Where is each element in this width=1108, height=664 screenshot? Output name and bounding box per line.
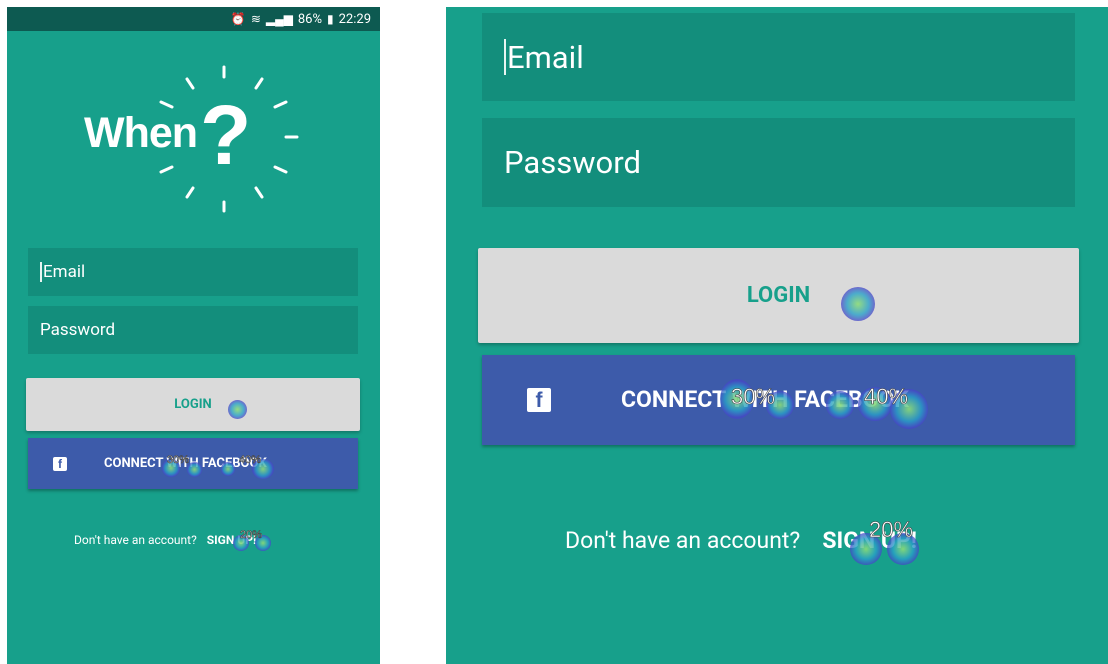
heatmap-percent-signup: 20% [240, 529, 263, 542]
email-field[interactable]: Email [28, 248, 358, 296]
facebook-icon: f [53, 457, 67, 471]
email-field[interactable]: Email [482, 13, 1075, 101]
heatmap-percent-signup: 20% [869, 517, 914, 543]
signup-prompt: Don't have an account? [565, 527, 801, 554]
app-logo: When ? [62, 57, 332, 217]
wifi-icon: ≋ [250, 12, 261, 26]
heatmap-percent-facebook-left: 30% [731, 384, 776, 410]
heatmap-spot-facebook [187, 462, 202, 477]
battery-icon: ▮ [327, 12, 334, 26]
email-placeholder: Email [507, 38, 584, 76]
text-cursor [504, 39, 506, 75]
logo-word: When [84, 109, 198, 157]
password-placeholder: Password [40, 320, 116, 340]
status-time: 22:29 [338, 11, 371, 27]
heatmap-percent-facebook-right: 40% [864, 384, 909, 410]
heatmap-percent-facebook-left: 30% [167, 454, 190, 467]
alarm-icon: ⏰ [230, 12, 246, 26]
signup-row: Don't have an account? SIGN UP! [74, 533, 256, 547]
password-field[interactable]: Password [28, 306, 358, 354]
battery-percent: 86% [297, 11, 323, 27]
left-phone-screen: ⏰ ≋ ▂▄▆ 86% ▮ 22:29 When ? Email Passwor… [7, 7, 380, 664]
signup-prompt: Don't have an account? [74, 533, 197, 547]
right-zoomed-screen: Email Password LOGIN f CONNECT WITH FACE… [446, 7, 1108, 664]
password-placeholder: Password [504, 144, 641, 181]
heatmap-spot-login [841, 287, 875, 321]
signal-icon: ▂▄▆ [265, 12, 293, 26]
login-label: LOGIN [174, 397, 212, 412]
status-bar: ⏰ ≋ ▂▄▆ 86% ▮ 22:29 [7, 7, 380, 31]
login-button[interactable]: LOGIN [478, 248, 1079, 343]
password-field[interactable]: Password [482, 118, 1075, 207]
text-cursor [40, 262, 42, 282]
logo-question-mark: ? [200, 88, 252, 182]
facebook-icon: f [527, 388, 551, 412]
heatmap-percent-facebook-right: 40% [239, 454, 262, 467]
heatmap-spot-facebook [221, 462, 235, 476]
login-label: LOGIN [746, 283, 811, 308]
heatmap-spot-facebook [826, 391, 854, 419]
email-placeholder: Email [43, 262, 86, 282]
heatmap-spot-login [228, 400, 247, 419]
login-button[interactable]: LOGIN [26, 378, 360, 431]
